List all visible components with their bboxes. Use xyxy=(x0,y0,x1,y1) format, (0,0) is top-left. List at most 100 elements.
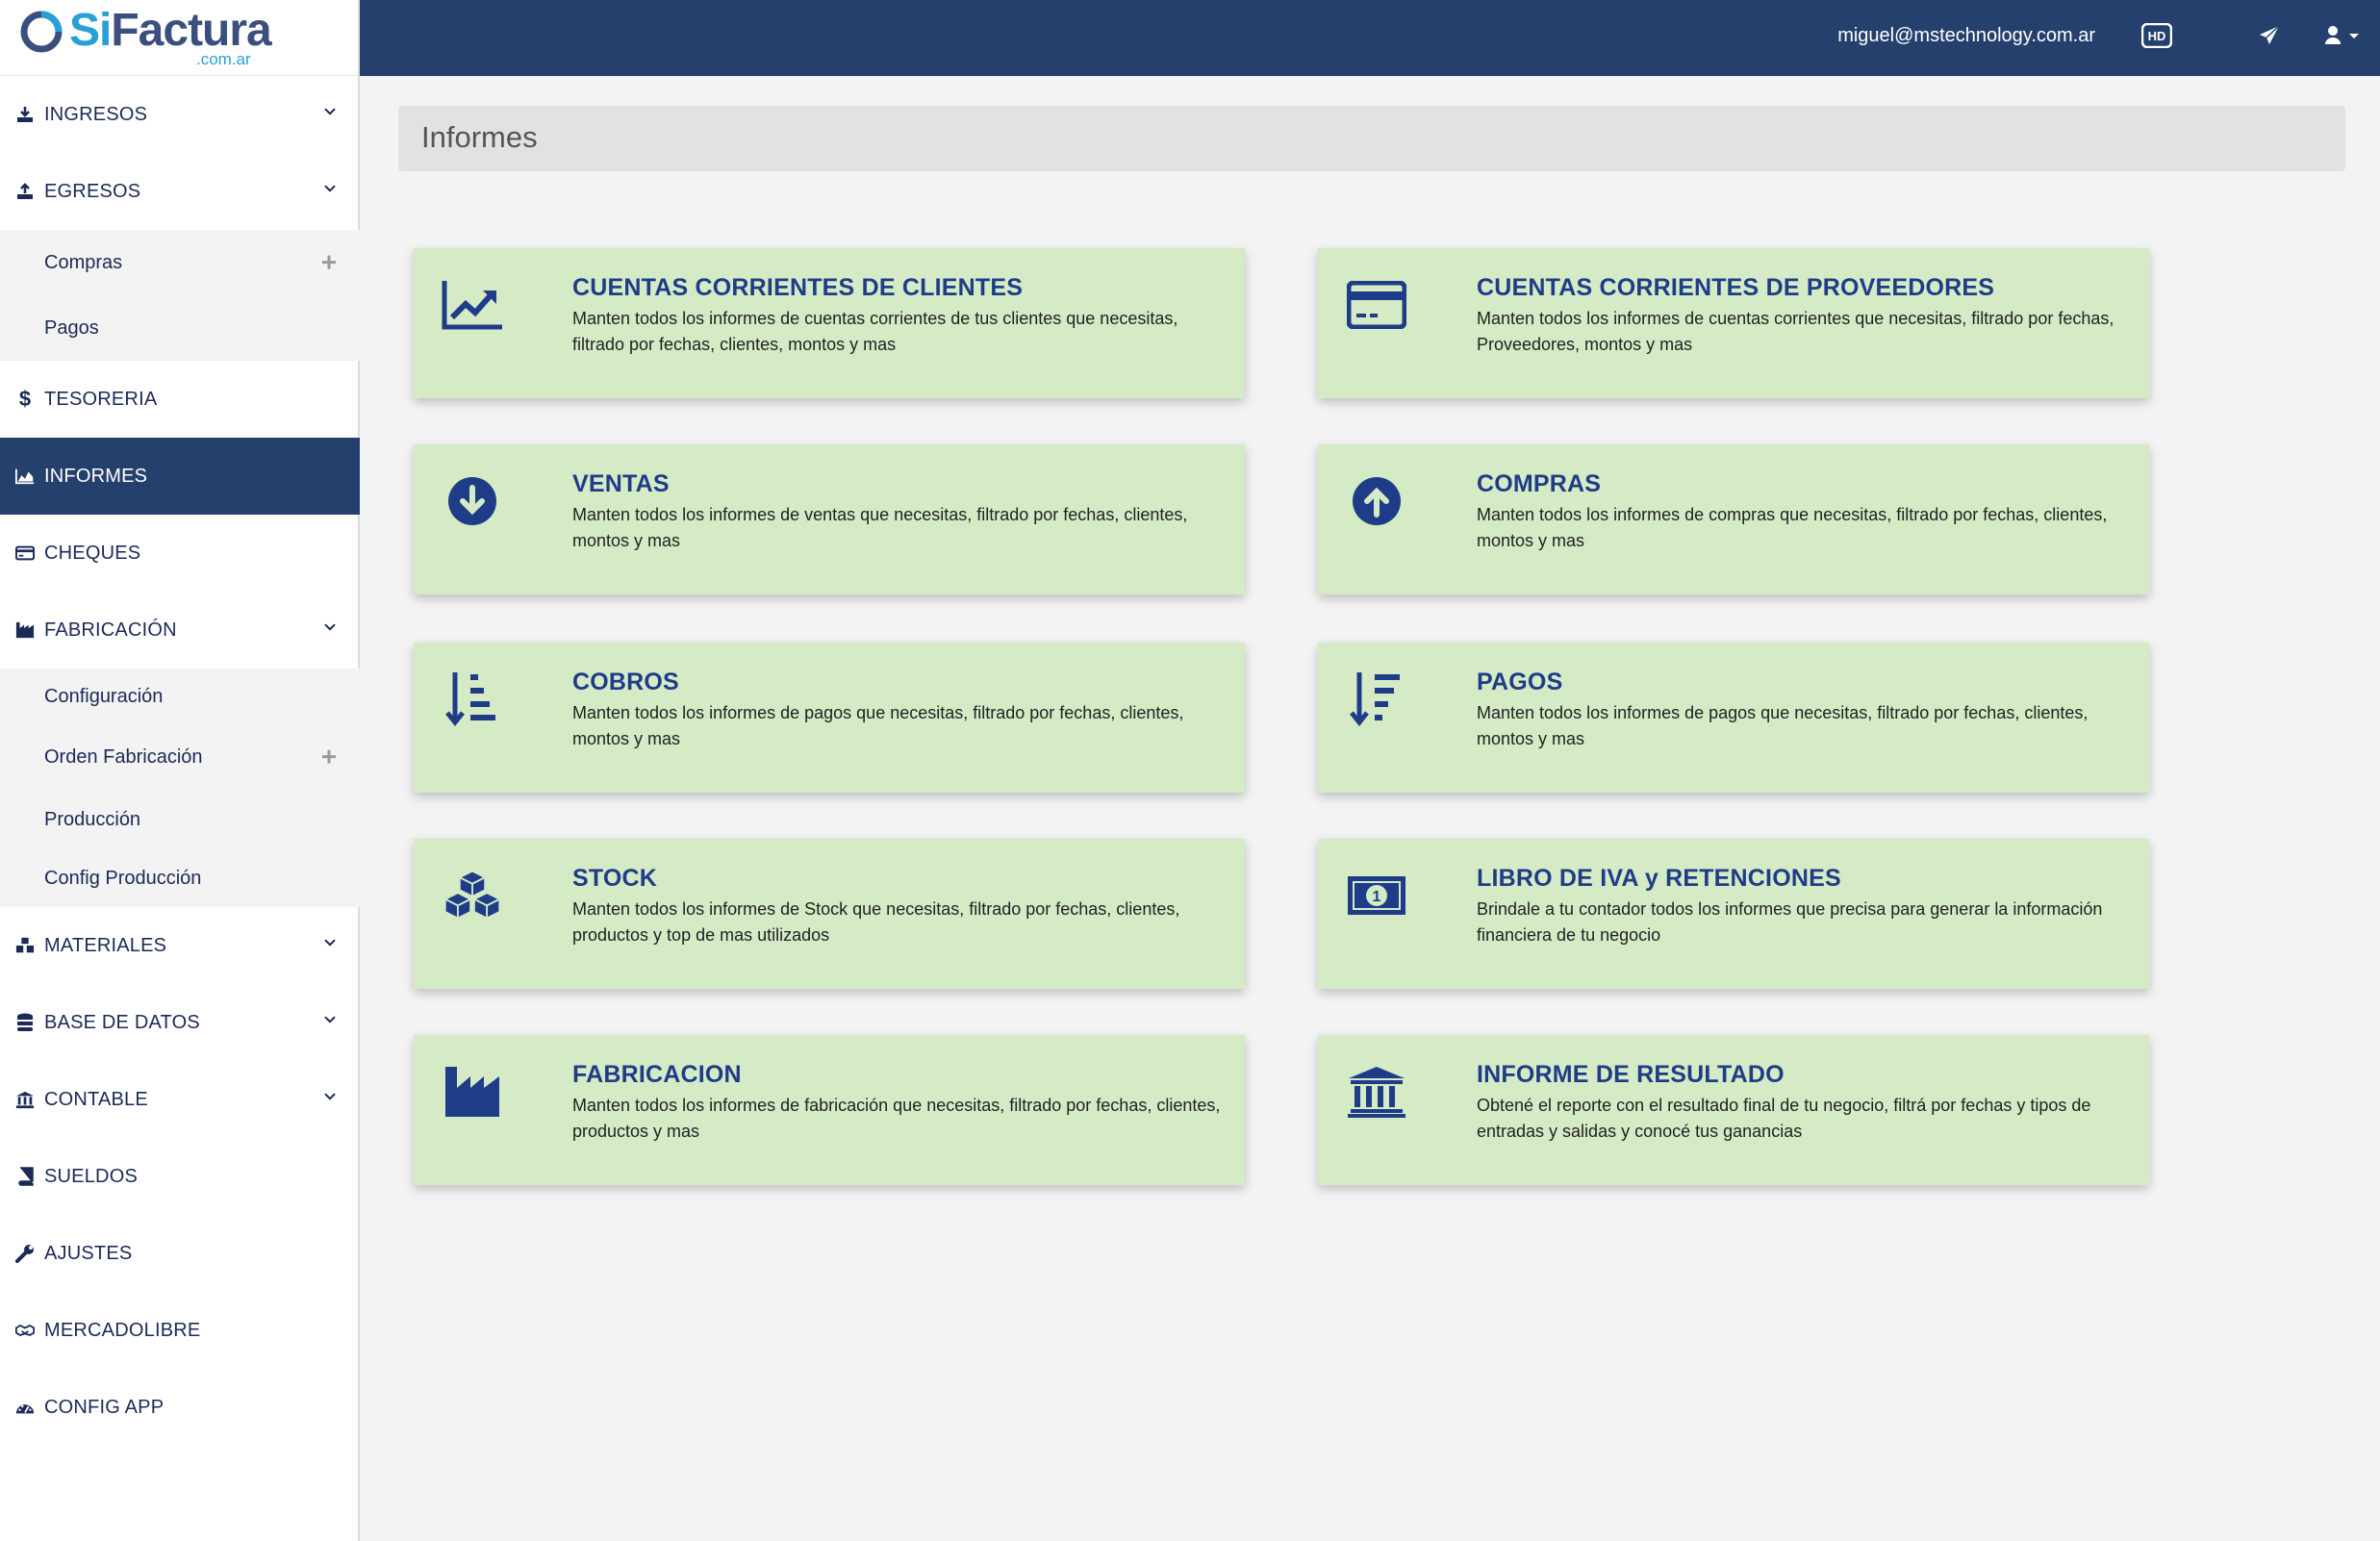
sidebar-item-label: MATERIALES xyxy=(44,934,167,956)
brand-domain: .com.ar xyxy=(196,50,251,68)
upload-icon xyxy=(15,182,35,201)
hd-icon[interactable]: HD xyxy=(2140,22,2173,53)
submenu-item-label: Pagos xyxy=(44,316,99,339)
sidebar-item-ingresos[interactable]: INGRESOS xyxy=(0,76,360,153)
card-description: Manten todos los informes de fabricación… xyxy=(572,1096,1221,1141)
submenu-item-label: Orden Fabricación xyxy=(44,745,203,768)
arrow-up-circle-icon xyxy=(1345,469,1408,533)
submenu-item-label: Configuración xyxy=(44,685,164,707)
sidebar-item-base-de-datos[interactable]: BASE DE DATOS xyxy=(0,984,360,1061)
sidebar-item-label: FABRICACIÓN xyxy=(44,619,177,641)
sidebar-item-informes[interactable]: INFORMES xyxy=(0,438,360,515)
card-title: STOCK xyxy=(572,865,658,892)
dollar-icon: $ xyxy=(18,387,32,411)
chevron-down-icon xyxy=(323,104,337,121)
card-description: Manten todos los informes de cuentas cor… xyxy=(572,309,1178,354)
sidebar-item-egresos[interactable]: EGRESOS xyxy=(0,153,360,230)
report-card-ventas[interactable]: VENTAS Manten todos los informes de vent… xyxy=(414,444,1245,594)
card-title: INFORME DE RESULTADO xyxy=(1477,1061,1785,1088)
bank-icon xyxy=(15,1090,35,1109)
sidebar-item-label: INGRESOS xyxy=(44,103,148,125)
sidebar-item-config-app[interactable]: CONFIG APP xyxy=(0,1369,360,1446)
card-title: PAGOS xyxy=(1477,669,1563,695)
page-title-bar: Informes xyxy=(398,106,2345,171)
submenu-item-produccion[interactable]: Producción xyxy=(0,790,360,849)
card-title: LIBRO DE IVA y RETENCIONES xyxy=(1477,865,1841,892)
submenu-item-pagos[interactable]: Pagos xyxy=(0,295,360,361)
brand-logo[interactable]: SiFactura .com.ar xyxy=(0,0,358,76)
sidebar-item-materiales[interactable]: MATERIALES xyxy=(0,907,360,984)
logo-ring-icon xyxy=(20,11,63,53)
card-description: Manten todos los informes de pagos que n… xyxy=(1477,703,2089,748)
report-card-cuentas-proveedores[interactable]: CUENTAS CORRIENTES DE PROVEEDORES Manten… xyxy=(1318,248,2149,398)
report-card-libro-iva[interactable]: 1 LIBRO DE IVA y RETENCIONES Brindale a … xyxy=(1318,839,2149,989)
sidebar: SiFactura .com.ar INGRESOS EGRESOS Compr… xyxy=(0,0,360,1541)
report-card-stock[interactable]: STOCK Manten todos los informes de Stock… xyxy=(414,839,1245,989)
chevron-down-icon xyxy=(323,181,337,198)
send-icon[interactable] xyxy=(2259,25,2280,51)
hd-badge-text: HD xyxy=(2148,29,2166,43)
card-title: CUENTAS CORRIENTES DE CLIENTES xyxy=(572,274,1024,301)
submenu-item-label: Compras xyxy=(44,251,123,273)
cubes-icon xyxy=(441,864,504,927)
card-description: Brindale a tu contador todos los informe… xyxy=(1477,899,2103,945)
dashboard-icon xyxy=(15,1398,35,1417)
database-icon xyxy=(15,1013,35,1032)
wrench-icon xyxy=(15,1244,35,1263)
card-title: COBROS xyxy=(572,669,679,695)
sidebar-item-label: EGRESOS xyxy=(44,180,141,202)
report-card-cobros[interactable]: COBROS Manten todos los informes de pago… xyxy=(414,643,1245,793)
submenu-item-label: Config Producción xyxy=(44,867,202,889)
submenu-item-label: Producción xyxy=(44,808,141,830)
chevron-down-icon xyxy=(323,1012,337,1029)
sidebar-item-mercadolibre[interactable]: MERCADOLIBRE xyxy=(0,1292,360,1369)
sidebar-item-tesoreria[interactable]: $ TESORERIA xyxy=(0,361,360,438)
sidebar-item-label: MERCADOLIBRE xyxy=(44,1319,201,1341)
submenu-item-compras[interactable]: Compras xyxy=(0,230,360,295)
submenu-item-configuracion[interactable]: Configuración xyxy=(0,669,360,724)
sort-amount-down-icon xyxy=(441,668,504,731)
plus-icon[interactable] xyxy=(321,749,337,770)
report-card-compras[interactable]: COMPRAS Manten todos los informes de com… xyxy=(1318,444,2149,594)
chevron-down-icon xyxy=(323,619,337,637)
chevron-down-icon xyxy=(323,935,337,952)
sidebar-item-label: SUELDOS xyxy=(44,1165,138,1187)
sidebar-item-label: BASE DE DATOS xyxy=(44,1011,200,1033)
arrow-down-circle-icon xyxy=(441,469,504,533)
card-description: Manten todos los informes de Stock que n… xyxy=(572,899,1180,945)
sidebar-item-contable[interactable]: CONTABLE xyxy=(0,1061,360,1138)
card-description: Obtené el reporte con el resultado final… xyxy=(1477,1096,2091,1141)
card-title: VENTAS xyxy=(572,470,670,497)
credit-card-icon xyxy=(15,543,35,563)
sidebar-item-label: CONTABLE xyxy=(44,1088,148,1110)
download-icon xyxy=(15,105,35,124)
sidebar-item-sueldos[interactable]: SUELDOS xyxy=(0,1138,360,1215)
sidebar-item-fabricacion[interactable]: FABRICACIÓN xyxy=(0,592,360,669)
report-card-cuentas-clientes[interactable]: CUENTAS CORRIENTES DE CLIENTES Manten to… xyxy=(414,248,1245,398)
page-title: Informes xyxy=(421,120,538,154)
sidebar-item-label: CHEQUES xyxy=(44,542,141,564)
industry-icon xyxy=(15,620,35,640)
card-title: CUENTAS CORRIENTES DE PROVEEDORES xyxy=(1477,274,1995,301)
card-title: FABRICACION xyxy=(572,1061,742,1088)
cubes-icon xyxy=(15,936,35,955)
submenu-item-config-produccion[interactable]: Config Producción xyxy=(0,849,360,907)
plus-icon[interactable] xyxy=(321,255,337,275)
report-card-pagos[interactable]: PAGOS Manten todos los informes de pagos… xyxy=(1318,643,2149,793)
card-description: Manten todos los informes de pagos que n… xyxy=(572,703,1184,748)
sidebar-item-label: CONFIG APP xyxy=(44,1396,165,1418)
sidebar-item-ajustes[interactable]: AJUSTES xyxy=(0,1215,360,1292)
user-menu-icon[interactable] xyxy=(2324,25,2363,51)
fabricacion-submenu: Configuración Orden Fabricación Producci… xyxy=(0,669,360,907)
card-description: Manten todos los informes de ventas que … xyxy=(572,505,1188,550)
money-bill-icon: 1 xyxy=(1345,864,1408,927)
bank-icon xyxy=(1345,1060,1408,1124)
handshake-icon xyxy=(15,1321,35,1340)
egresos-submenu: Compras Pagos xyxy=(0,230,360,361)
sidebar-item-cheques[interactable]: CHEQUES xyxy=(0,515,360,592)
area-chart-icon xyxy=(15,467,35,486)
credit-card-icon xyxy=(1345,273,1408,337)
report-card-informe-resultado[interactable]: INFORME DE RESULTADO Obtené el reporte c… xyxy=(1318,1035,2149,1185)
report-card-fabricacion[interactable]: FABRICACION Manten todos los informes de… xyxy=(414,1035,1245,1185)
submenu-item-orden-fabricacion[interactable]: Orden Fabricación xyxy=(0,724,360,790)
